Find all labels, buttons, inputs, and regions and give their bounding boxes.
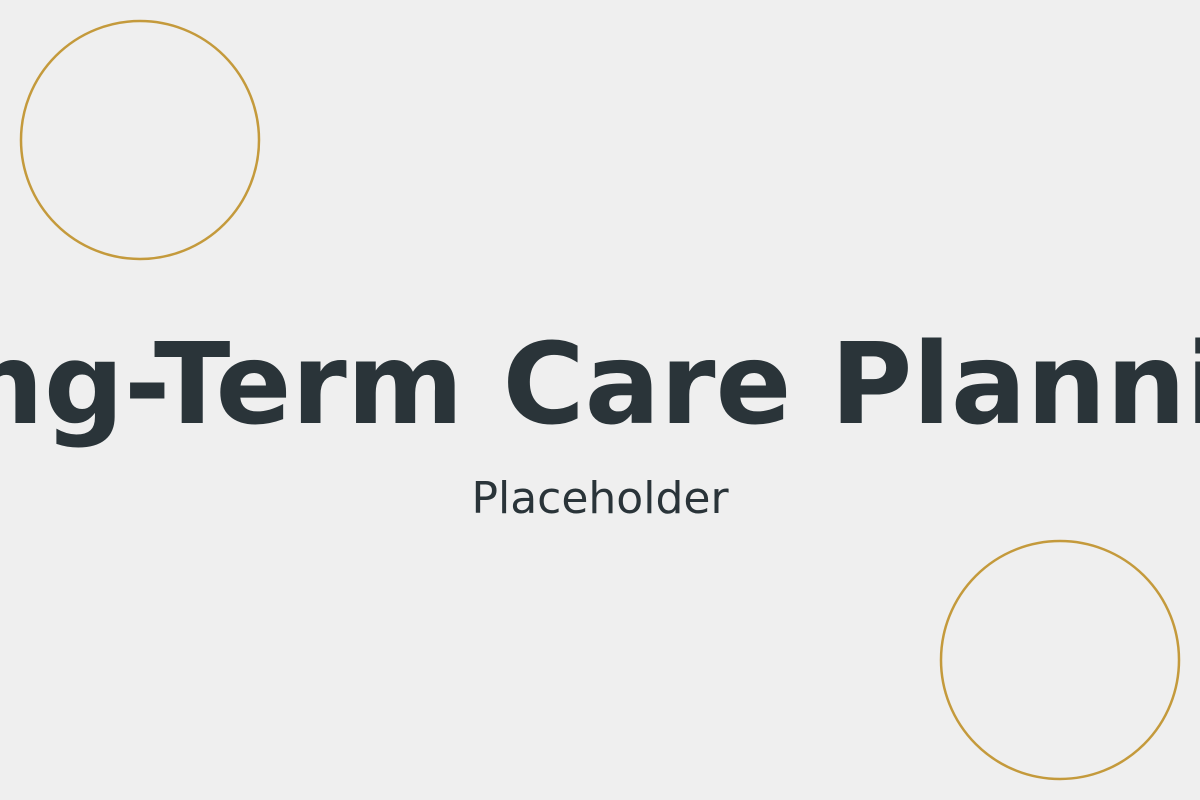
page-title: Long-Term Care Planning xyxy=(0,320,1200,450)
page-subtitle: Placeholder xyxy=(471,473,729,524)
placeholder-canvas: Long-Term Care Planning Placeholder xyxy=(0,0,1200,800)
